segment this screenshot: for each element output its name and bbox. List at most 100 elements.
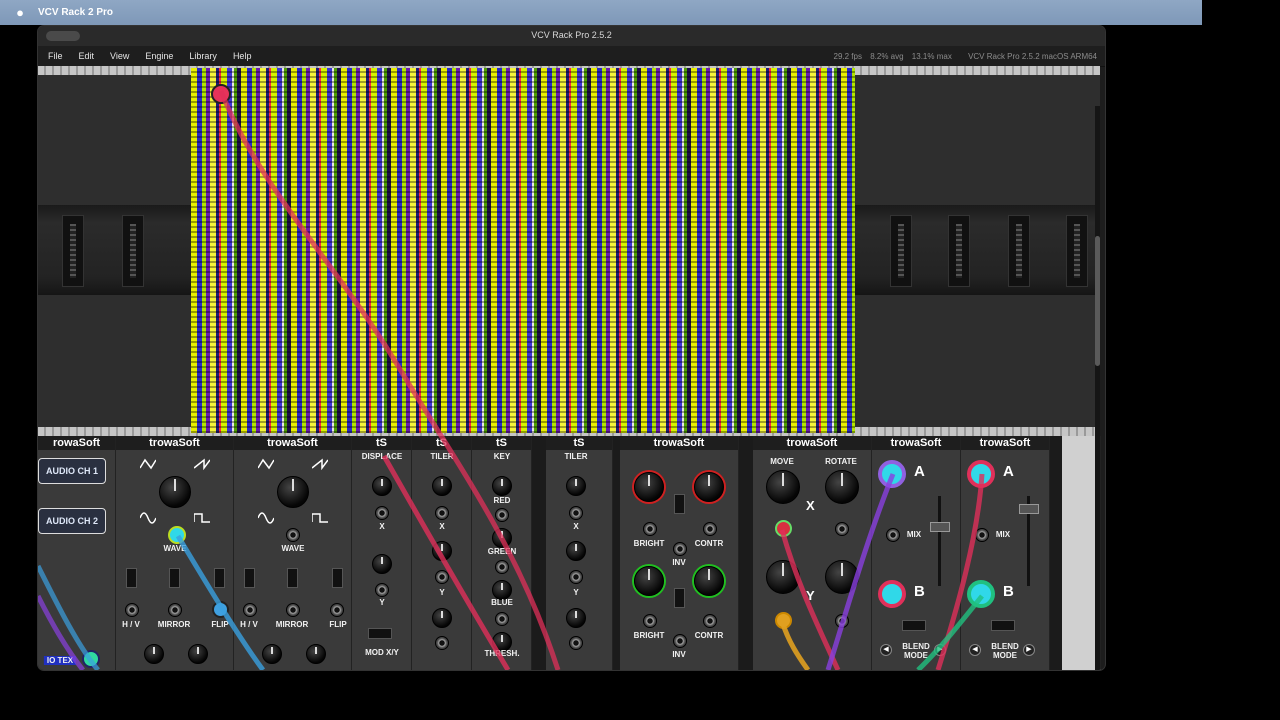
- param-knob[interactable]: [188, 644, 208, 664]
- input-a-jack[interactable]: [967, 460, 995, 488]
- contr-knob[interactable]: [694, 472, 724, 502]
- green-jack[interactable]: [495, 560, 509, 574]
- contr-jack[interactable]: [703, 522, 717, 536]
- wave-cv-jack[interactable]: [286, 528, 300, 542]
- module-color[interactable]: trowaSoft BRIGHT CONTR INV BRIGHT CONTR …: [620, 436, 739, 670]
- contr-jack[interactable]: [703, 614, 717, 628]
- menu-help[interactable]: Help: [225, 51, 260, 61]
- hv-switch[interactable]: [244, 568, 255, 588]
- inv-switch[interactable]: [674, 588, 685, 608]
- mix-fader-handle[interactable]: [930, 522, 950, 532]
- video-input-jack[interactable]: [211, 84, 231, 104]
- tiler-y-jack[interactable]: [435, 570, 449, 584]
- inv-jack[interactable]: [673, 634, 687, 648]
- blue-jack[interactable]: [495, 612, 509, 626]
- mirror-switch[interactable]: [169, 568, 180, 588]
- tiler-x-jack[interactable]: [569, 506, 583, 520]
- param-knob[interactable]: [306, 644, 326, 664]
- tiler-knob[interactable]: [566, 541, 586, 561]
- rotate-jack[interactable]: [835, 614, 849, 628]
- flip-jack[interactable]: [330, 603, 344, 617]
- red-knob[interactable]: [492, 476, 512, 496]
- app-name-menu[interactable]: VCV Rack 2 Pro: [38, 7, 113, 18]
- mirror-switch[interactable]: [287, 568, 298, 588]
- rack-canvas[interactable]: rowaSoft AUDIO CH 1 AUDIO CH 2 IO TEX tr…: [38, 66, 1101, 670]
- menu-view[interactable]: View: [102, 51, 137, 61]
- green-knob[interactable]: [492, 528, 512, 548]
- tiler-knob[interactable]: [432, 541, 452, 561]
- menu-engine[interactable]: Engine: [137, 51, 181, 61]
- tiler-x-knob[interactable]: [566, 476, 586, 496]
- blend-switch[interactable]: [902, 620, 926, 631]
- bright-knob[interactable]: [634, 566, 664, 596]
- displace-x-jack[interactable]: [375, 506, 389, 520]
- tiler-x-knob[interactable]: [432, 476, 452, 496]
- wave-cv-jack[interactable]: [168, 526, 186, 544]
- module-blend-1[interactable]: trowaSoft A MIX B ◀ BLEND MODE ▶: [872, 436, 961, 670]
- audio-ch2-button[interactable]: AUDIO CH 2: [38, 508, 106, 534]
- input-a-jack[interactable]: [878, 460, 906, 488]
- modxy-switch[interactable]: [368, 628, 392, 639]
- mix-fader-handle[interactable]: [1019, 504, 1039, 514]
- blend-next-button[interactable]: ▶: [934, 644, 946, 656]
- module-displace[interactable]: tS DISPLACE X Y MOD X/Y: [352, 436, 412, 670]
- hv-switch[interactable]: [126, 568, 137, 588]
- blend-prev-button[interactable]: ◀: [880, 644, 892, 656]
- mix-fader[interactable]: [938, 496, 941, 586]
- module-blend-2[interactable]: trowaSoft A MIX B ◀ BLEND MODE ▶: [961, 436, 1050, 670]
- module-audio[interactable]: rowaSoft AUDIO CH 1 AUDIO CH 2 IO TEX: [38, 436, 116, 670]
- tiler-knob[interactable]: [566, 608, 586, 628]
- module-tiler-1[interactable]: tS TILER X Y: [412, 436, 472, 670]
- red-jack[interactable]: [495, 508, 509, 522]
- displace-x-knob[interactable]: [372, 476, 392, 496]
- wave-knob[interactable]: [159, 476, 191, 508]
- menu-file[interactable]: File: [38, 51, 71, 61]
- menu-edit[interactable]: Edit: [71, 51, 103, 61]
- flip-switch[interactable]: [332, 568, 343, 588]
- blue-knob[interactable]: [492, 580, 512, 600]
- module-tiler-2[interactable]: tS TILER X Y: [546, 436, 613, 670]
- mirror-jack[interactable]: [168, 603, 182, 617]
- param-knob[interactable]: [262, 644, 282, 664]
- move-x-knob[interactable]: [766, 470, 800, 504]
- rotate-knob[interactable]: [825, 470, 859, 504]
- apple-icon[interactable]: ●: [14, 5, 26, 20]
- move-y-knob[interactable]: [766, 560, 800, 594]
- move-y-jack[interactable]: [775, 612, 792, 629]
- mix-jack[interactable]: [886, 528, 900, 542]
- scrollbar-thumb[interactable]: [1095, 236, 1100, 366]
- module-osc-1[interactable]: trowaSoft WAVE H / V MIRROR FLIP: [116, 436, 234, 670]
- tiler-knob[interactable]: [432, 608, 452, 628]
- bright-jack[interactable]: [643, 522, 657, 536]
- blend-switch[interactable]: [991, 620, 1015, 631]
- blend-next-button[interactable]: ▶: [1023, 644, 1035, 656]
- rotate-jack[interactable]: [835, 522, 849, 536]
- module-transform[interactable]: trowaSoft MOVE ROTATE X Y: [753, 436, 872, 670]
- tiler-jack[interactable]: [435, 636, 449, 650]
- flip-jack[interactable]: [212, 601, 229, 618]
- vertical-scrollbar[interactable]: [1095, 106, 1100, 670]
- move-x-jack[interactable]: [775, 520, 792, 537]
- blend-prev-button[interactable]: ◀: [969, 644, 981, 656]
- menu-library[interactable]: Library: [181, 51, 225, 61]
- inv-switch[interactable]: [674, 494, 685, 514]
- rotate-knob[interactable]: [825, 560, 859, 594]
- input-b-jack[interactable]: [967, 580, 995, 608]
- cable-jack-green[interactable]: [82, 650, 100, 668]
- contr-knob[interactable]: [694, 566, 724, 596]
- mix-jack[interactable]: [975, 528, 989, 542]
- hv-jack[interactable]: [243, 603, 257, 617]
- module-key[interactable]: tS KEY RED GREEN BLUE THRESH.: [472, 436, 532, 670]
- inv-jack[interactable]: [673, 542, 687, 556]
- window-titlebar[interactable]: VCV Rack Pro 2.5.2: [38, 26, 1105, 46]
- input-b-jack[interactable]: [878, 580, 906, 608]
- wave-knob[interactable]: [277, 476, 309, 508]
- audio-ch1-button[interactable]: AUDIO CH 1: [38, 458, 106, 484]
- module-osc-2[interactable]: trowaSoft WAVE H / V MIRROR FLIP: [234, 436, 352, 670]
- tiler-x-jack[interactable]: [435, 506, 449, 520]
- bright-knob[interactable]: [634, 472, 664, 502]
- displace-y-jack[interactable]: [375, 583, 389, 597]
- bright-jack[interactable]: [643, 614, 657, 628]
- displace-y-knob[interactable]: [372, 554, 392, 574]
- param-knob[interactable]: [144, 644, 164, 664]
